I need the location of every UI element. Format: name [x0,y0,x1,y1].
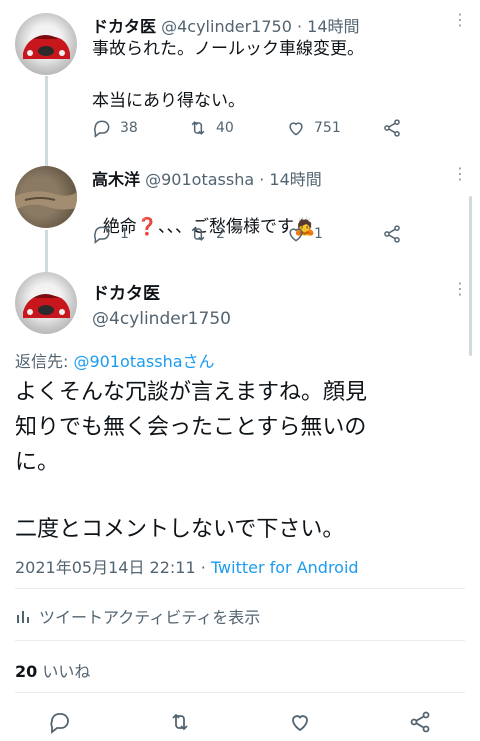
tweet-header: ドカタ医 @4cylinder1750 · 14時間 [92,13,360,37]
tweet-1[interactable]: ドカタ医 @4cylinder1750 · 14時間 ⋮ 事故られた。ノールック… [0,0,480,160]
activity-icon [17,611,29,623]
like-count: 20 [15,662,38,681]
share-icon [384,225,400,243]
handle[interactable]: @901otassha [145,170,254,189]
like-icon[interactable] [288,710,312,734]
retweet-button[interactable]: 2 [188,224,225,244]
reply-target-link[interactable]: @901otasshaさん [73,352,214,371]
retweet-icon[interactable] [168,710,192,734]
share-button[interactable] [382,118,410,138]
retweet-button[interactable]: 40 [188,118,234,138]
like-icon [289,228,303,242]
reply-button[interactable]: 1 [92,224,129,244]
like-count-summary[interactable]: 20 いいね [15,658,90,682]
like-icon [289,122,303,136]
reply-icon [94,120,110,138]
retweet-icon [191,227,205,241]
retweet-count: 2 [216,226,225,242]
time[interactable]: · 14時間 [259,170,322,189]
divider [15,640,465,641]
more-icon[interactable]: ⋮ [452,166,468,182]
timestamp: 2021年05月14日 22:11 · Twitter for Android [15,554,359,578]
reply-button[interactable]: 38 [92,118,138,138]
avatar[interactable] [15,272,77,334]
share-button[interactable] [382,224,410,244]
retweet-count: 40 [216,120,234,136]
reply-prefix: 返信先: [15,352,74,371]
handle[interactable]: @4cylinder1750 [161,17,292,36]
display-name[interactable]: ドカタ医 [92,279,160,304]
tweet-actions: 1 2 1 [92,224,422,248]
activity-label: ツイートアクティビティを表示 [39,608,261,627]
handle[interactable]: @4cylinder1750 [92,309,231,329]
like-button[interactable]: 751 [286,118,341,138]
tweet-text: 事故られた。ノールック車線変更。 本当にあり得ない。 [92,39,364,111]
like-button[interactable]: 1 [286,224,323,244]
reply-count: 1 [120,226,129,242]
divider [15,588,465,589]
tweet-header: 高木洋 @901otassha · 14時間 [92,166,322,190]
like-label: いいね [37,662,91,681]
retweet-icon [191,121,205,135]
more-icon[interactable]: ⋮ [452,281,468,297]
reply-count: 38 [120,120,138,136]
more-icon[interactable]: ⋮ [452,12,468,28]
main-tweet-text: よくそんな冗談が言えますね。顔見 知りでも無く会ったことすら無いの に。 [15,380,368,475]
display-name[interactable]: ドカタ医 [92,17,156,36]
reply-icon[interactable] [48,710,72,734]
tweet-activity-button[interactable]: ツイートアクティビティを表示 [15,604,260,628]
reply-to: 返信先: @901otasshaさん [15,348,215,372]
main-tweet-actions [0,708,480,738]
time[interactable]: · 14時間 [297,17,360,36]
scrollbar[interactable] [469,196,472,356]
like-count: 751 [314,120,341,136]
share-icon[interactable] [408,710,432,734]
main-tweet-text: 二度とコメントしないで下さい。 [15,517,345,542]
avatar[interactable] [15,13,77,75]
like-count: 1 [314,226,323,242]
display-name[interactable]: 高木洋 [92,170,140,189]
avatar[interactable] [15,166,77,228]
timestamp-text[interactable]: 2021年05月14日 22:11 · [15,558,211,577]
tweet-actions: 38 40 751 [92,118,422,142]
divider [15,692,465,693]
reply-icon [94,226,110,244]
share-icon [384,119,400,137]
source-link[interactable]: Twitter for Android [211,558,359,577]
